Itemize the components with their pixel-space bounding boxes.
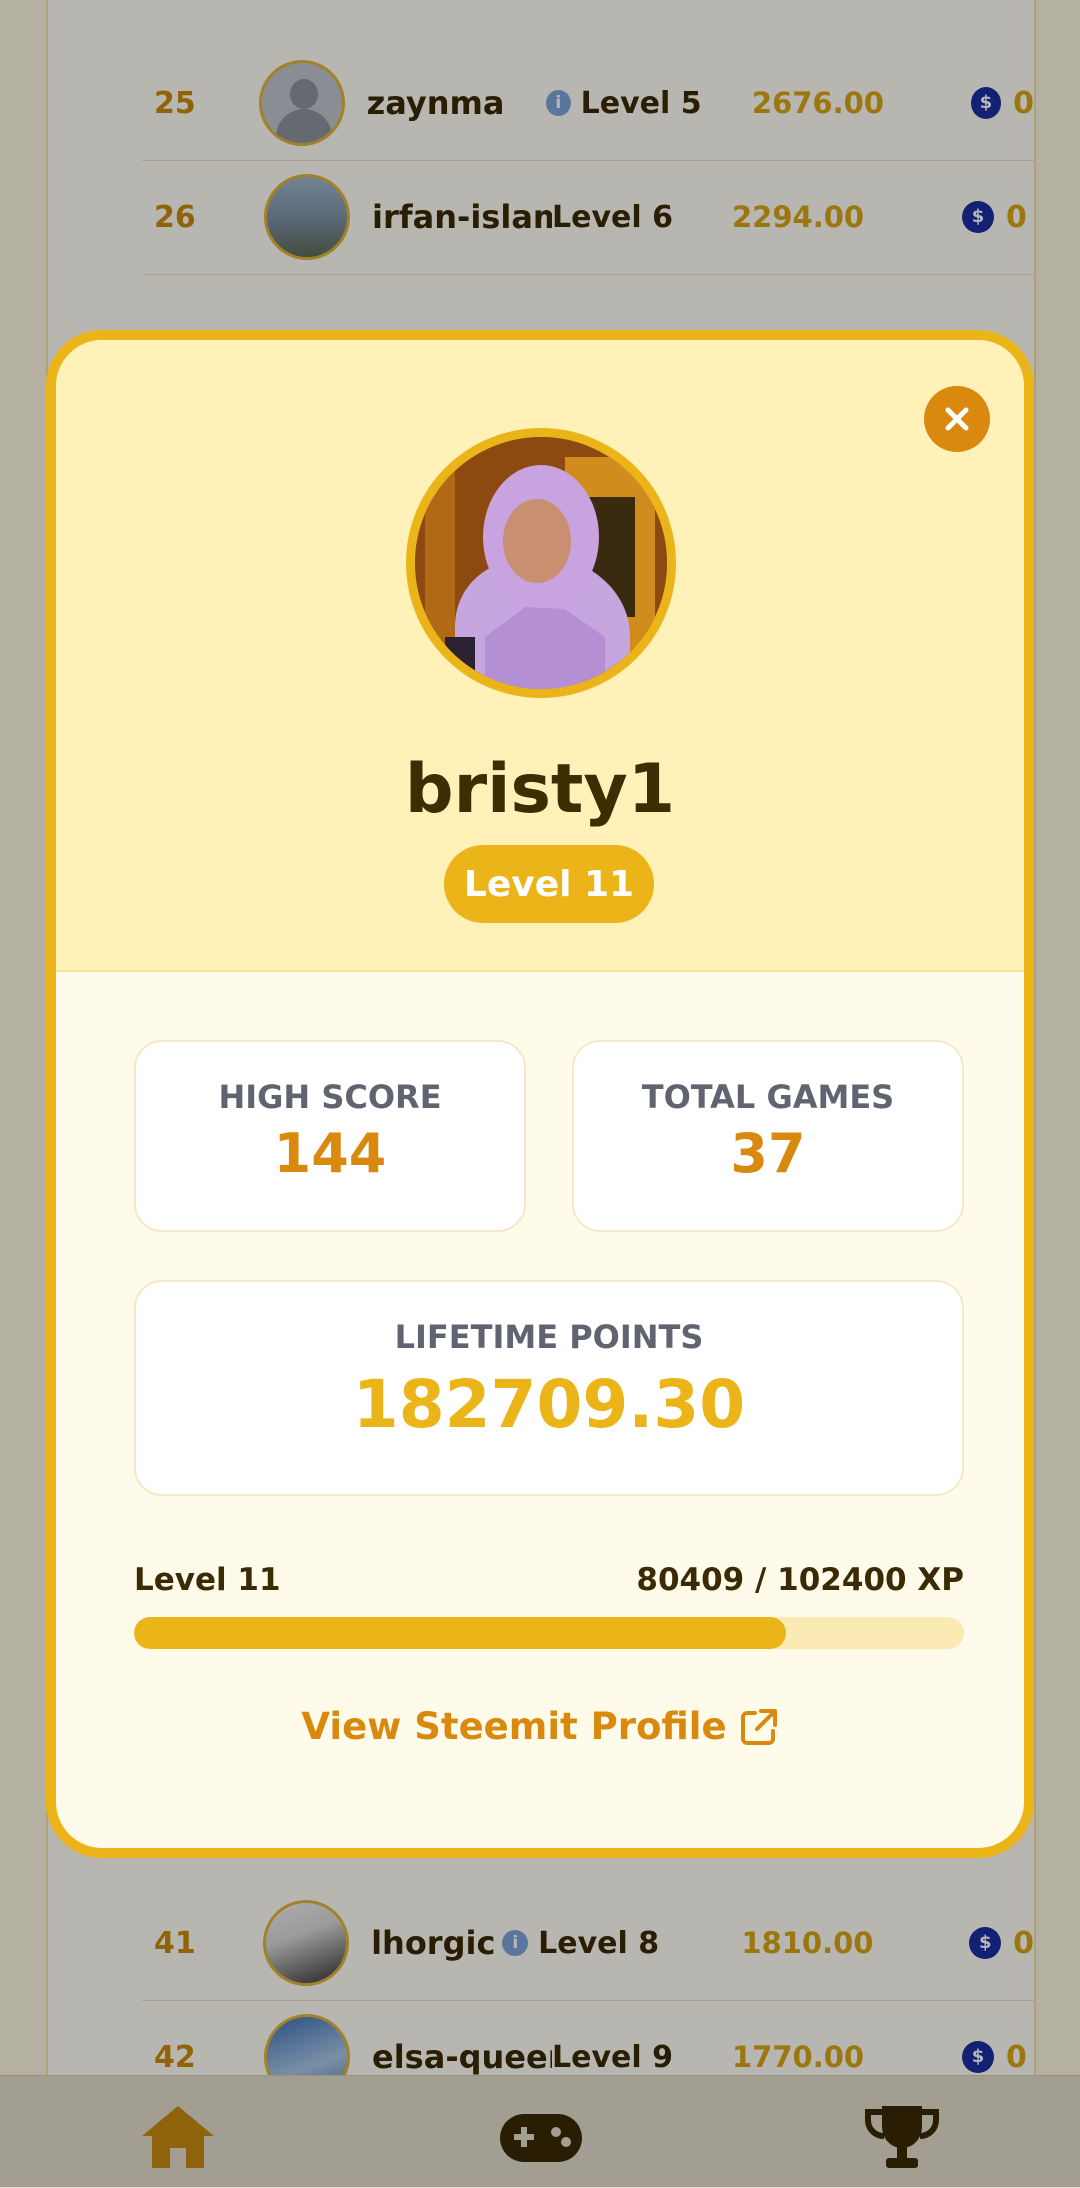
total-games-value: 37 bbox=[730, 1122, 806, 1185]
xp-progress-fill bbox=[134, 1617, 786, 1649]
total-games-label: TOTAL GAMES bbox=[641, 1078, 895, 1116]
profile-header: bristy1 Level 11 bbox=[56, 340, 1024, 972]
xp-level-label: Level 11 bbox=[134, 1562, 281, 1598]
steemit-link-label: View Steemit Profile bbox=[301, 1705, 727, 1748]
xp-progress-bar bbox=[134, 1617, 964, 1649]
profile-username: bristy1 bbox=[404, 750, 676, 829]
view-steemit-profile-link[interactable]: View Steemit Profile bbox=[56, 1705, 1024, 1748]
total-games-card: TOTAL GAMES 37 bbox=[572, 1040, 964, 1232]
xp-progress-text: 80409 / 102400 XP bbox=[636, 1562, 964, 1598]
lifetime-points-value: 182709.30 bbox=[352, 1366, 746, 1443]
external-link-icon bbox=[740, 1708, 777, 1745]
level-badge: Level 11 bbox=[444, 845, 654, 923]
high-score-label: HIGH SCORE bbox=[218, 1078, 442, 1116]
profile-modal: bristy1 Level 11 HIGH SCORE 144 TOTAL GA… bbox=[46, 330, 1034, 1858]
high-score-value: 144 bbox=[273, 1122, 387, 1185]
close-icon bbox=[945, 407, 969, 431]
profile-avatar bbox=[406, 428, 676, 698]
lifetime-points-label: LIFETIME POINTS bbox=[394, 1318, 704, 1356]
xp-info: Level 11 80409 / 102400 XP bbox=[134, 1562, 964, 1602]
lifetime-points-card: LIFETIME POINTS 182709.30 bbox=[134, 1280, 964, 1496]
high-score-card: HIGH SCORE 144 bbox=[134, 1040, 526, 1232]
close-button[interactable] bbox=[924, 386, 990, 452]
